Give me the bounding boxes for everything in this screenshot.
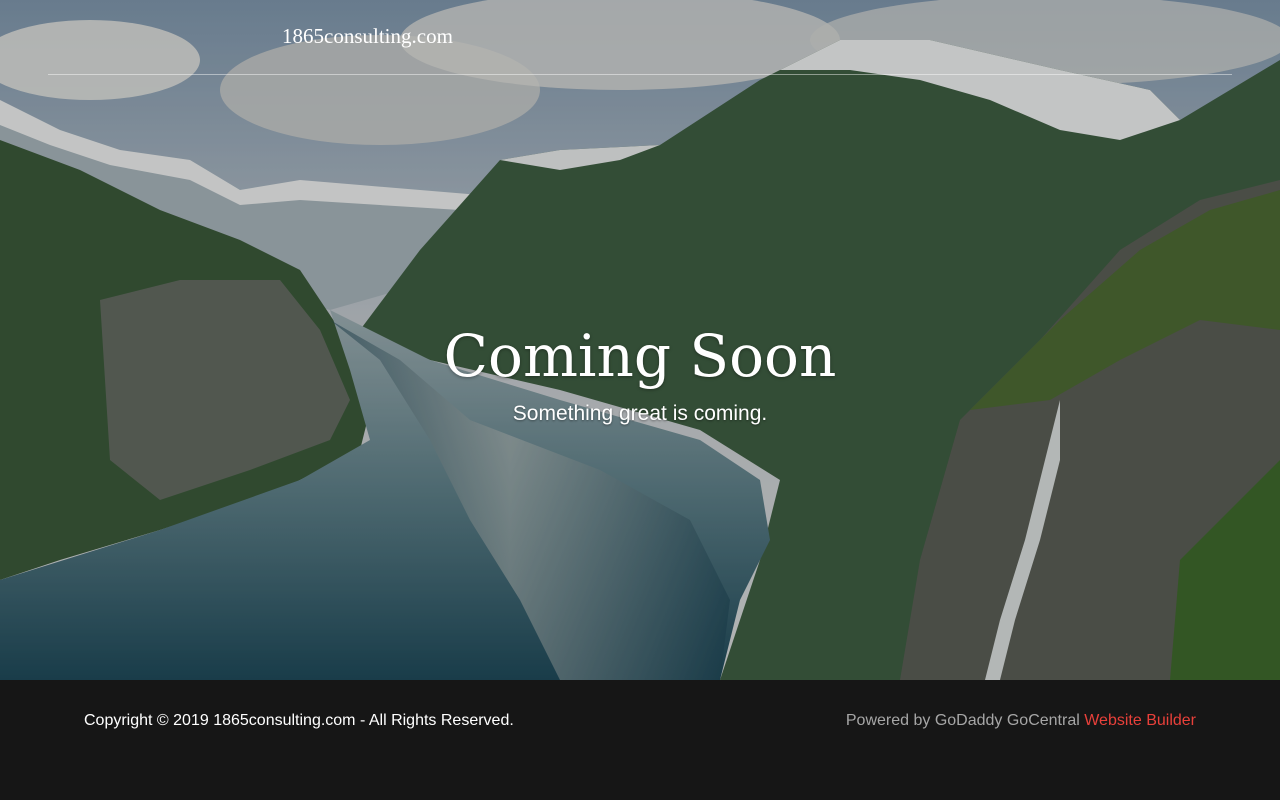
hero-section: 1865consulting.com Coming Soon Something… xyxy=(0,0,1280,680)
site-brand-link[interactable]: 1865consulting.com xyxy=(282,24,453,49)
footer xyxy=(0,680,1280,800)
powered-by-text: Powered by GoDaddy GoCentral xyxy=(845,712,1080,729)
header-divider xyxy=(48,74,1232,75)
page-title: Coming Soon xyxy=(443,322,837,390)
copyright-text: Copyright © 2019 1865consulting.com - Al… xyxy=(84,712,514,729)
page-subtitle: Something great is coming. xyxy=(512,402,768,425)
hero-content: Coming Soon Something great is coming. xyxy=(0,320,1280,426)
powered-by: Powered by GoDaddy GoCentral Website Bui… xyxy=(846,712,1196,730)
website-builder-link[interactable]: Website Builder xyxy=(1084,712,1196,729)
